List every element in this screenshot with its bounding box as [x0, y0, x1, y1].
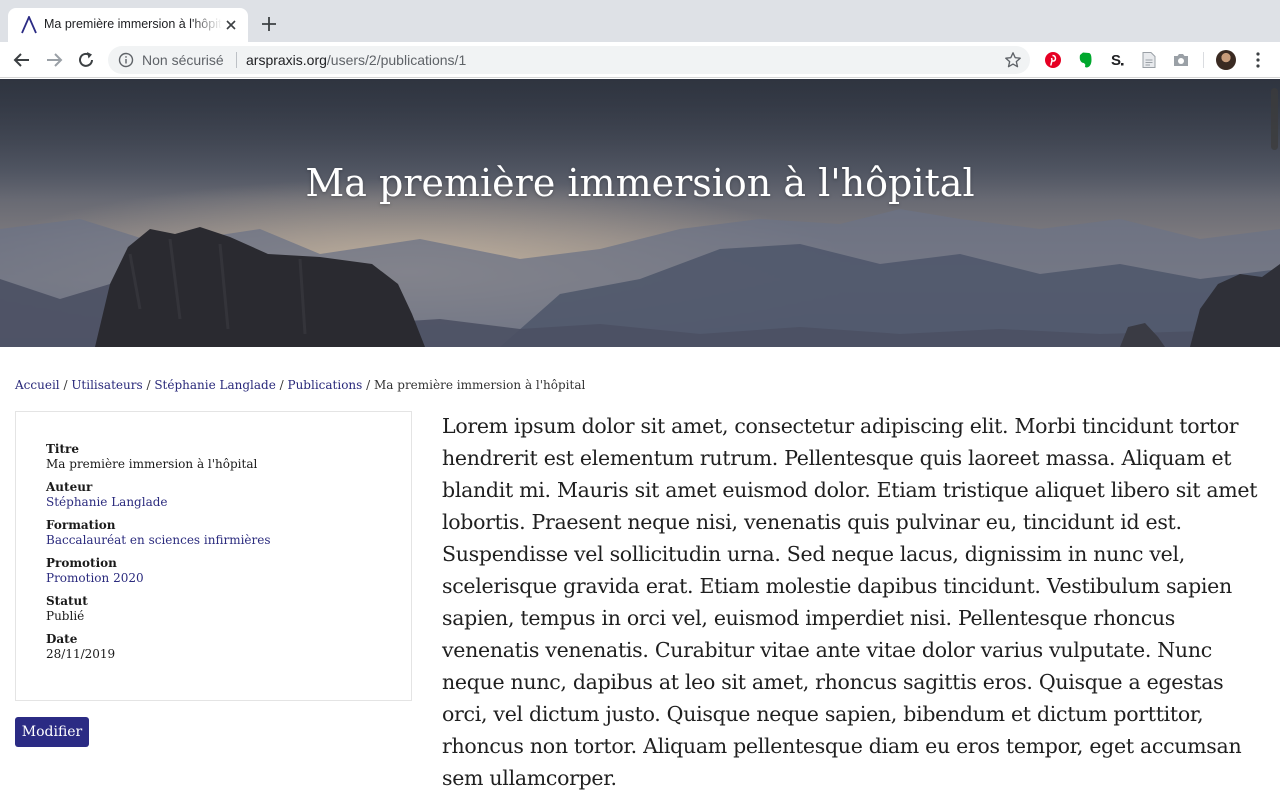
address-bar[interactable]: Non sécurisé arspraxis.org/users/2/publi…	[108, 46, 1030, 74]
page-scrollbar[interactable]	[1271, 88, 1278, 150]
breadcrumb-current: Ma première immersion à l'hôpital	[374, 378, 586, 392]
edit-button[interactable]: Modifier	[15, 717, 89, 747]
dollar-s-icon[interactable]: S	[1108, 51, 1126, 69]
detail-label: Statut	[46, 594, 88, 608]
detail-cohort: Promotion Promotion 2020	[46, 556, 144, 586]
browser-tab[interactable]: Ma première immersion à l'hôpital	[8, 8, 248, 42]
evernote-icon[interactable]	[1076, 51, 1094, 69]
breadcrumb-publications-link[interactable]: Publications	[288, 378, 363, 392]
detail-date: Date 28/11/2019	[46, 632, 115, 662]
program-link[interactable]: Baccalauréat en sciences infirmières	[46, 533, 271, 548]
publication-details-card: Titre Ma première immersion à l'hôpital …	[15, 411, 412, 701]
reload-icon[interactable]	[76, 50, 96, 70]
document-icon[interactable]	[1140, 51, 1158, 69]
back-arrow-icon[interactable]	[12, 50, 32, 70]
detail-value: Publié	[46, 609, 85, 623]
pinterest-icon[interactable]	[1044, 51, 1062, 69]
omnibox-divider	[236, 52, 237, 68]
breadcrumb-user-link[interactable]: Stéphanie Langlade	[154, 378, 276, 392]
cohort-link[interactable]: Promotion 2020	[46, 571, 144, 586]
info-icon[interactable]	[118, 52, 134, 68]
author-link[interactable]: Stéphanie Langlade	[46, 495, 168, 510]
bookmark-star-icon[interactable]	[1004, 51, 1022, 69]
breadcrumb-separator: /	[279, 378, 288, 392]
mountain-landscape-image	[0, 79, 1280, 347]
detail-label: Promotion	[46, 556, 117, 570]
forward-arrow-icon[interactable]	[44, 50, 64, 70]
detail-status: Statut Publié	[46, 594, 88, 624]
close-tab-icon[interactable]	[223, 17, 239, 33]
detail-value: 28/11/2019	[46, 647, 116, 661]
camera-icon[interactable]	[1172, 51, 1190, 69]
detail-program: Formation Baccalauréat en sciences infir…	[46, 518, 271, 548]
detail-value: Ma première immersion à l'hôpital	[46, 457, 258, 471]
url-text[interactable]: arspraxis.org/users/2/publications/1	[246, 52, 466, 68]
url-path: /users/2/publications/1	[326, 52, 467, 68]
tab-title: Ma première immersion à l'hôpital	[44, 17, 222, 31]
breadcrumb-separator: /	[366, 378, 374, 392]
detail-label: Date	[46, 632, 78, 646]
profile-avatar[interactable]	[1216, 50, 1236, 70]
breadcrumb-users-link[interactable]: Utilisateurs	[71, 378, 142, 392]
breadcrumb: Accueil / Utilisateurs / Stéphanie Langl…	[15, 378, 585, 392]
detail-label: Auteur	[46, 480, 93, 494]
toolbar-divider	[1203, 52, 1204, 68]
publication-body: Lorem ipsum dolor sit amet, consectetur …	[442, 414, 1258, 790]
more-menu-icon[interactable]	[1250, 51, 1266, 69]
security-label: Non sécurisé	[142, 52, 224, 68]
detail-title: Titre Ma première immersion à l'hôpital	[46, 442, 257, 472]
svg-text:S: S	[1111, 52, 1121, 69]
ars-praxis-logo-icon	[21, 16, 37, 34]
detail-label: Formation	[46, 518, 116, 532]
new-tab-icon[interactable]	[260, 15, 278, 33]
url-host: arspraxis.org	[246, 52, 327, 68]
browser-toolbar: Non sécurisé arspraxis.org/users/2/publi…	[0, 42, 1280, 78]
page-title: Ma première immersion à l'hôpital	[305, 161, 975, 205]
detail-author: Auteur Stéphanie Langlade	[46, 480, 168, 510]
tab-strip: Ma première immersion à l'hôpital	[0, 0, 1280, 42]
breadcrumb-home-link[interactable]: Accueil	[15, 378, 60, 392]
detail-label: Titre	[46, 442, 79, 456]
hero-banner: Ma première immersion à l'hôpital	[0, 79, 1280, 347]
